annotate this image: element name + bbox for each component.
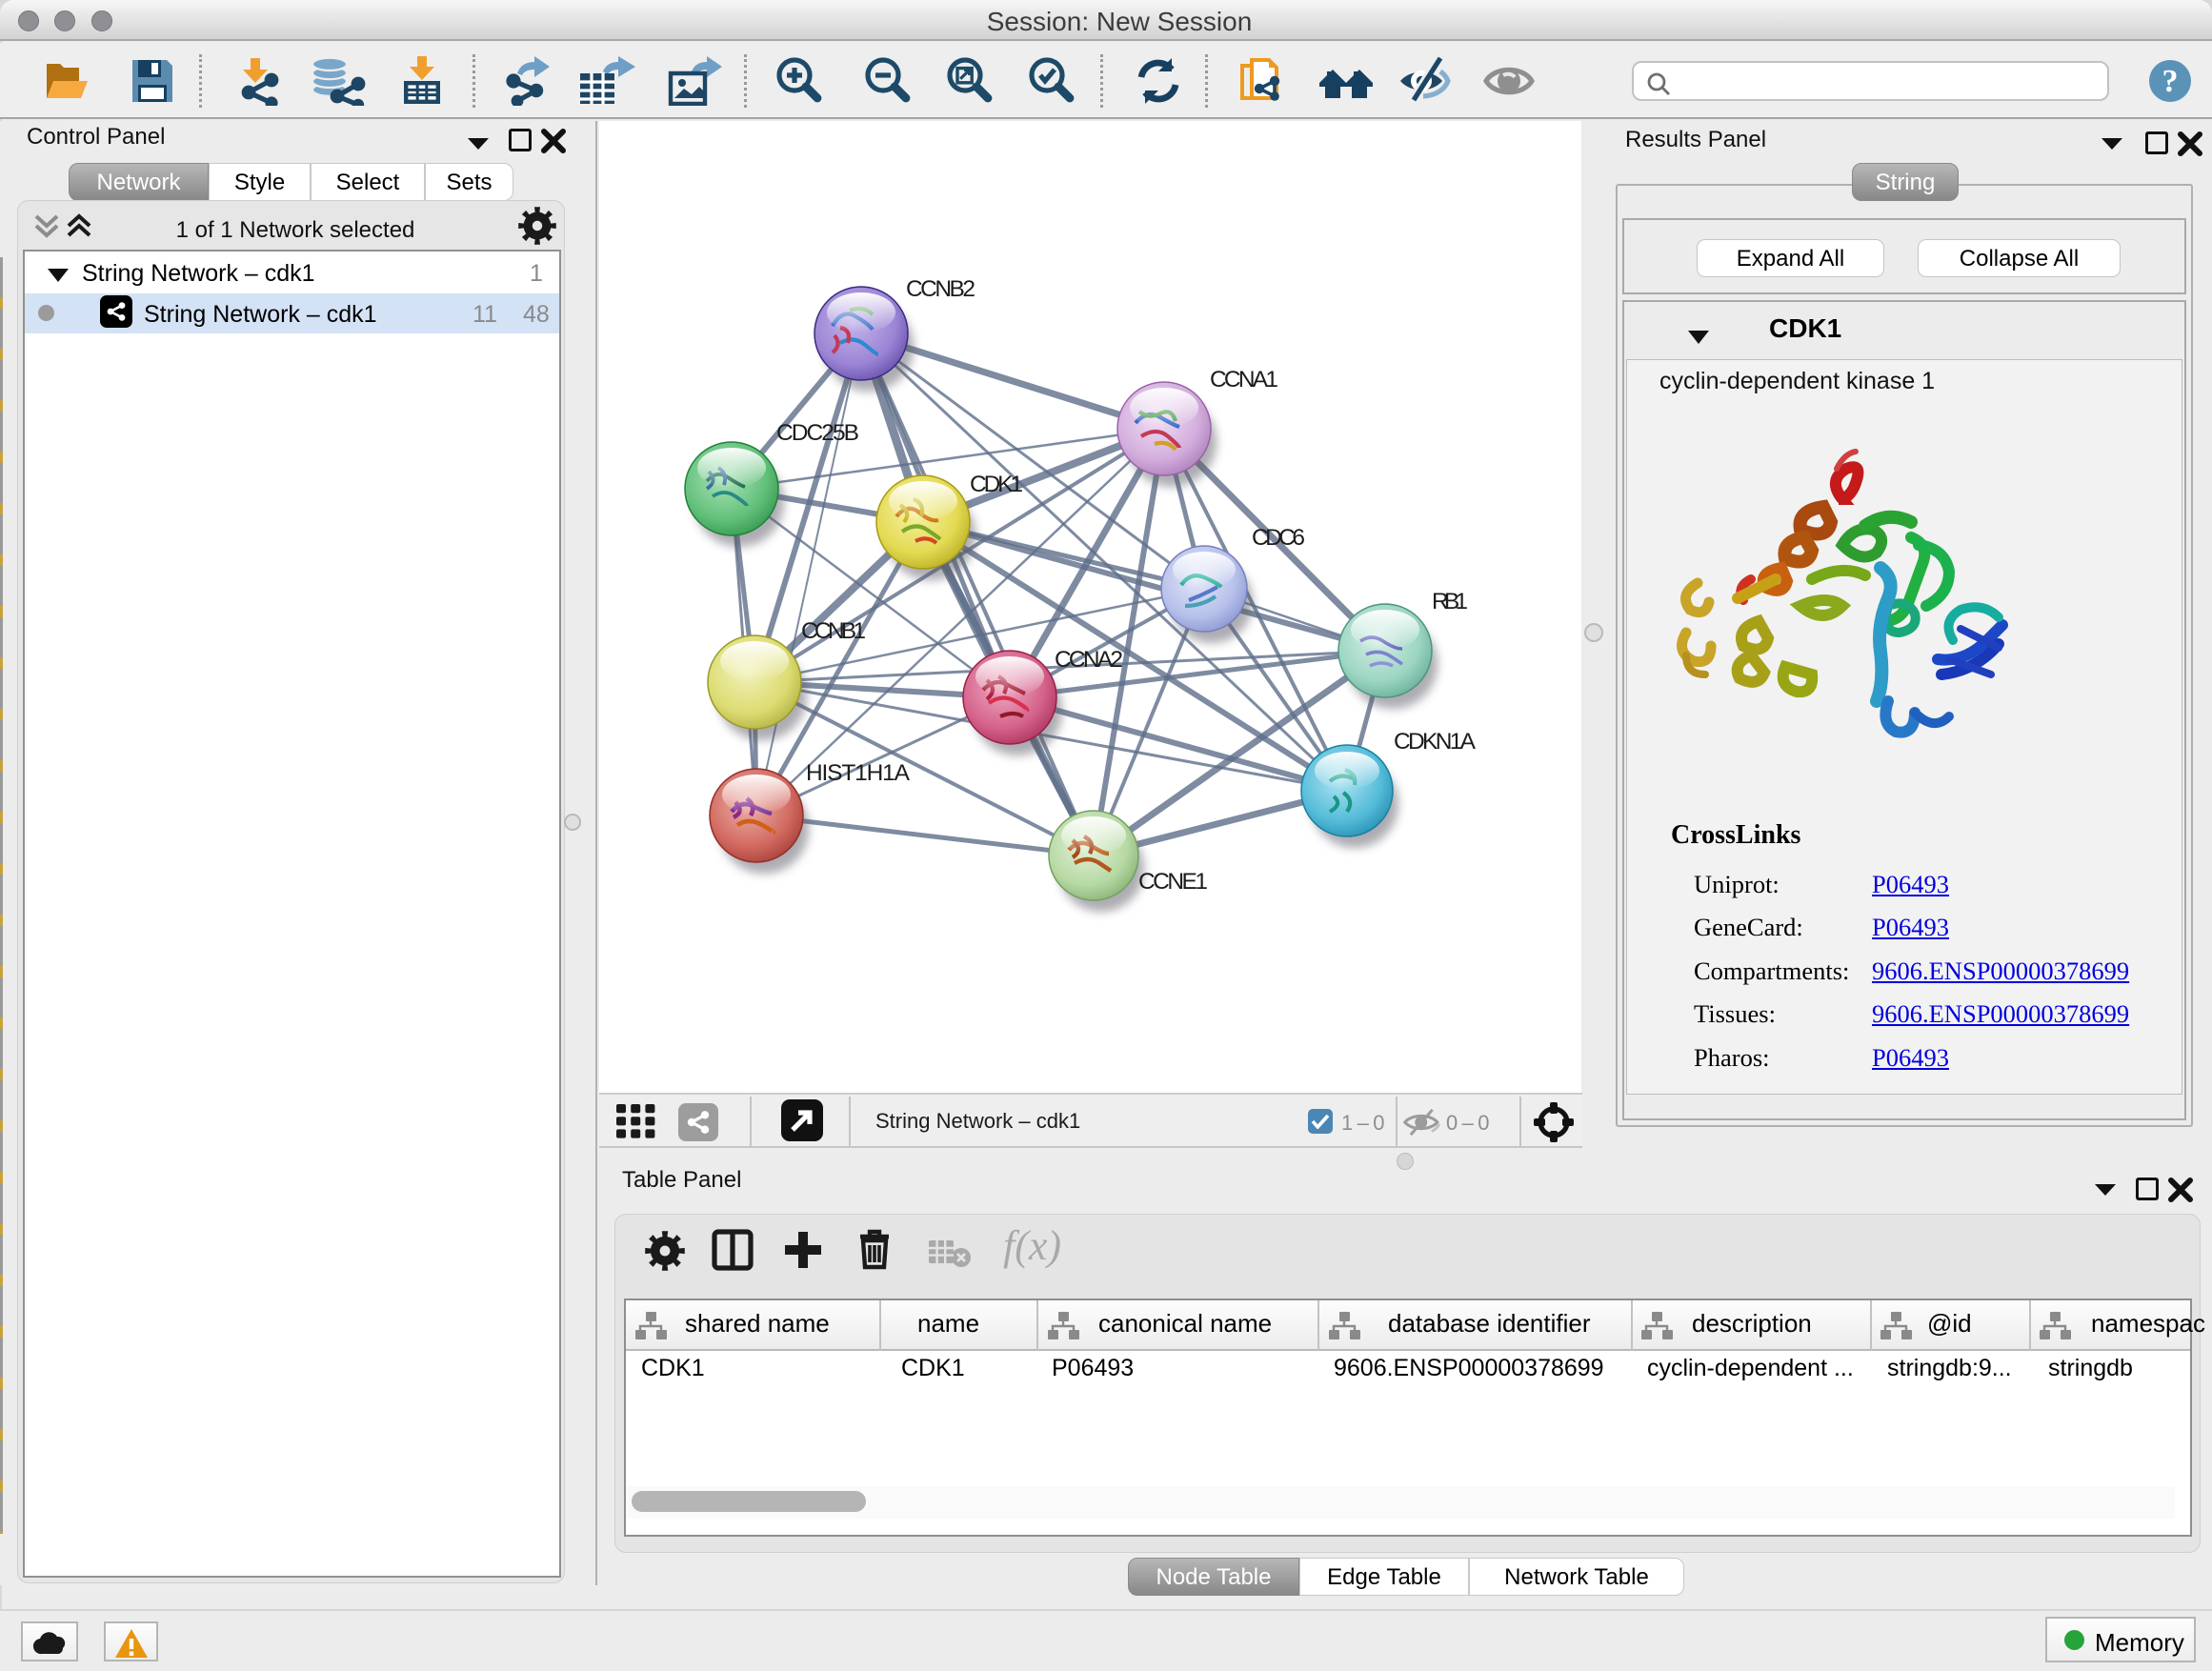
svg-text:CDK1: CDK1 [970,472,1023,497]
svg-text:CDC25B: CDC25B [776,420,859,446]
svg-text:CCNA2: CCNA2 [1055,647,1123,673]
svg-text:?: ? [2162,64,2179,99]
svg-text:CDKN1A: CDKN1A [1394,729,1477,755]
svg-text:CCNB2: CCNB2 [906,276,975,302]
svg-text:RB1: RB1 [1432,589,1468,614]
svg-text:CCNB1: CCNB1 [801,618,866,644]
svg-text:CCNE1: CCNE1 [1138,869,1208,895]
svg-text:CDC6: CDC6 [1252,525,1305,551]
svg-text:HIST1H1A: HIST1H1A [806,760,911,786]
svg-text:CCNA1: CCNA1 [1210,367,1278,393]
